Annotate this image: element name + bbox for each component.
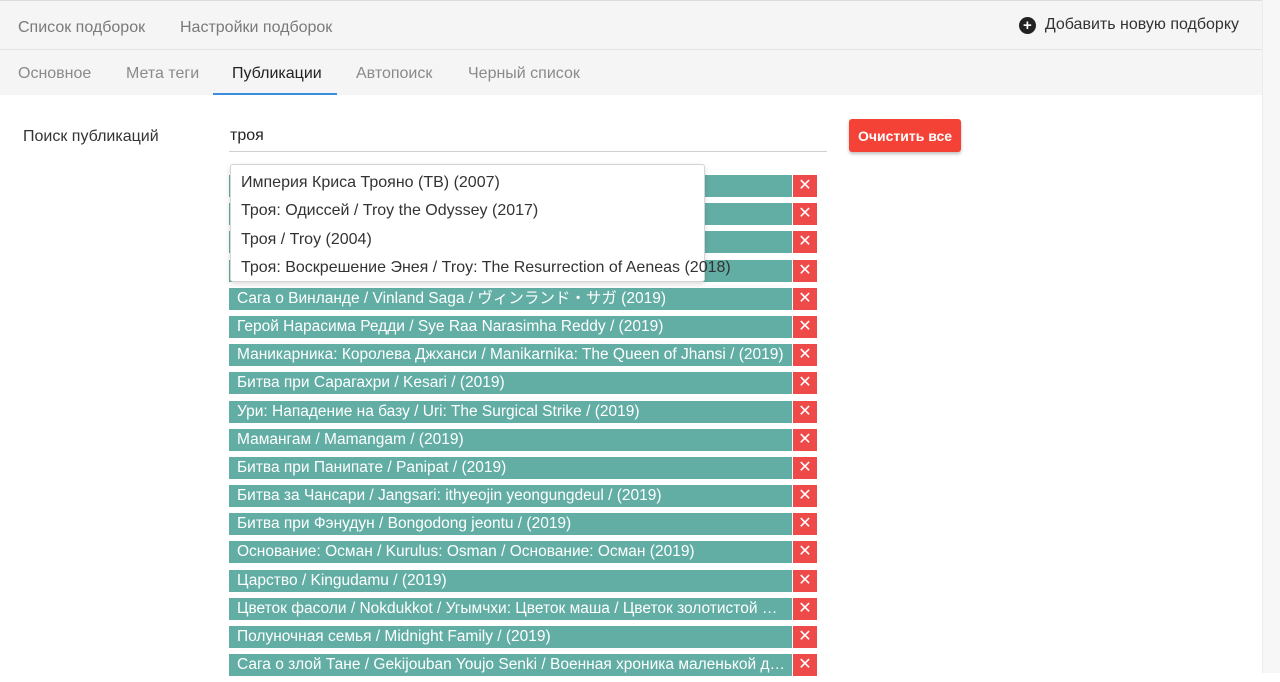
- publication-title: Герой Нарасима Редди / Sye Raa Narasimha…: [229, 315, 792, 338]
- publication-search-input[interactable]: [229, 124, 827, 152]
- remove-publication-button[interactable]: ✕: [793, 456, 817, 479]
- nav-collections-settings[interactable]: Настройки подборок: [180, 19, 332, 37]
- publication-item: Битва при Фэнудун / Bongodong jeontu / (…: [229, 513, 817, 536]
- publication-item: Битва при Панипате / Panipat / (2019) ✕: [229, 456, 817, 479]
- publication-item: Битва за Чансари / Jangsari: ithyeojin y…: [229, 485, 817, 508]
- publication-title: Основание: Осман / Kurulus: Osman / Осно…: [229, 541, 792, 564]
- publication-title: Маникарника: Королева Джханси / Manikarn…: [229, 344, 792, 367]
- remove-publication-button[interactable]: ✕: [793, 428, 817, 451]
- remove-publication-button[interactable]: ✕: [793, 400, 817, 423]
- tab-main[interactable]: Основное: [18, 65, 91, 83]
- remove-publication-button[interactable]: ✕: [793, 287, 817, 310]
- publication-title: Битва за Чансари / Jangsari: ithyeojin y…: [229, 485, 792, 508]
- suggestion-item[interactable]: Троя: Воскрешение Энея / Troy: The Resur…: [231, 254, 731, 282]
- publication-title: Битва при Фэнудун / Bongodong jeontu / (…: [229, 513, 792, 536]
- plus-circle-icon: +: [1018, 16, 1036, 34]
- publication-item: Битва при Сарагахри / Kesari / (2019) ✕: [229, 372, 817, 395]
- publication-item: Полуночная семья / Midnight Family / (20…: [229, 626, 817, 648]
- top-navigation-bar: Список подборок Настройки подборок + Доб…: [0, 0, 1280, 50]
- publication-title: Царство / Kingudamu / (2019): [229, 569, 792, 592]
- remove-publication-button[interactable]: ✕: [793, 315, 817, 338]
- publication-item: Маникарника: Королева Джханси / Manikarn…: [229, 344, 817, 367]
- remove-publication-button[interactable]: ✕: [793, 175, 817, 197]
- publication-title: Ури: Нападение на базу / Uri: The Surgic…: [229, 400, 792, 423]
- add-collection-label: Добавить новую подборку: [1044, 16, 1239, 33]
- remove-publication-button[interactable]: ✕: [793, 626, 817, 648]
- remove-publication-button[interactable]: ✕: [793, 597, 817, 620]
- active-tab-indicator: [213, 93, 337, 95]
- remove-publication-button[interactable]: ✕: [793, 513, 817, 536]
- remove-publication-button[interactable]: ✕: [793, 203, 817, 226]
- publication-title: Битва при Панипате / Panipat / (2019): [229, 456, 792, 479]
- remove-publication-button[interactable]: ✕: [793, 485, 817, 508]
- nav-collections-list[interactable]: Список подборок: [18, 19, 145, 37]
- publication-title: Мамангам / Mamangam / (2019): [229, 428, 792, 451]
- publication-item: Основание: Осман / Kurulus: Osman / Осно…: [229, 541, 817, 564]
- add-collection-button[interactable]: + Добавить новую подборку: [1018, 16, 1239, 34]
- suggestion-item[interactable]: Троя / Troy (2004): [231, 226, 704, 254]
- suggestion-item[interactable]: Империя Криса Трояно (ТВ) (2007): [231, 169, 704, 197]
- publication-item: Цветок фасоли / Nokdukkot / Угымчхи: Цве…: [229, 597, 817, 620]
- publication-title: Полуночная семья / Midnight Family / (20…: [229, 626, 792, 648]
- page-scrollbar[interactable]: [1262, 0, 1280, 673]
- remove-publication-button[interactable]: ✕: [793, 344, 817, 367]
- search-suggestions-dropdown: Империя Криса Трояно (ТВ) (2007) Троя: Од…: [230, 164, 731, 282]
- publication-item: Ури: Нападение на базу / Uri: The Surgic…: [229, 400, 817, 423]
- publication-item: Герой Нарасима Редди / Sye Raa Narasimha…: [229, 315, 817, 338]
- remove-publication-button[interactable]: ✕: [793, 259, 817, 282]
- remove-publication-button[interactable]: ✕: [793, 569, 817, 592]
- remove-publication-button[interactable]: ✕: [793, 372, 817, 395]
- suggestion-item[interactable]: Троя: Одиссей / Troy the Odyssey (2017): [231, 197, 704, 225]
- tab-autosearch[interactable]: Автопоиск: [356, 65, 432, 83]
- clear-all-button[interactable]: Очистить все: [849, 119, 961, 152]
- remove-publication-button[interactable]: ✕: [793, 541, 817, 564]
- publication-title: Сага о Винланде / Vinland Saga / ヴィンランド・…: [229, 287, 792, 310]
- publication-item: Мамангам / Mamangam / (2019) ✕: [229, 428, 817, 451]
- publication-item: Царство / Kingudamu / (2019) ✕: [229, 569, 817, 592]
- tab-bar: Основное Мета теги Публикации Автопоиск …: [0, 50, 1262, 95]
- publication-title: Битва при Сарагахри / Kesari / (2019): [229, 372, 792, 395]
- tab-publications[interactable]: Публикации: [232, 65, 322, 83]
- publication-item: Сага о Винланде / Vinland Saga / ヴィンランド・…: [229, 287, 817, 310]
- remove-publication-button[interactable]: ✕: [793, 231, 817, 254]
- search-label: Поиск публикаций: [23, 128, 159, 145]
- tab-meta-tags[interactable]: Мета теги: [126, 65, 199, 83]
- tab-blacklist[interactable]: Черный список: [468, 65, 580, 83]
- publication-title: Цветок фасоли / Nokdukkot / Угымчхи: Цве…: [229, 597, 792, 620]
